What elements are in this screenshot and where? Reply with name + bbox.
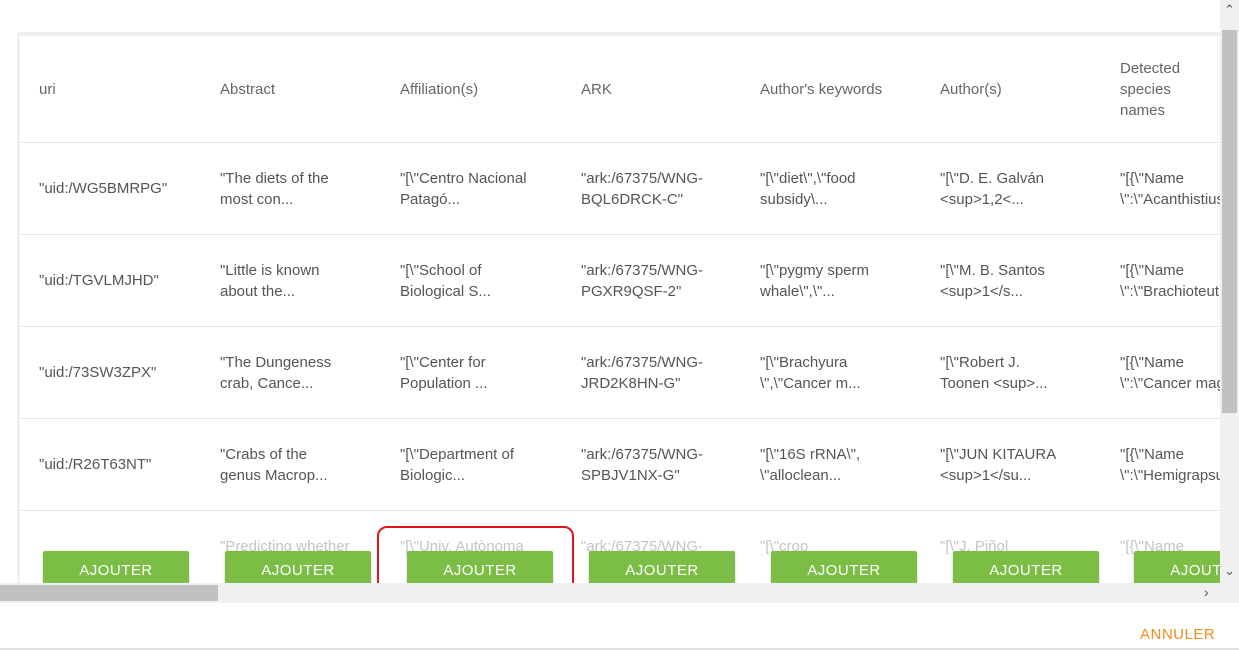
table-cell: "[\"Center for Population ... — [399, 353, 488, 392]
table-cell: "[\"M. B. Santos <sup>1</s... — [940, 261, 1045, 300]
table-cell: "[\"diet\",\"food subsidy\... — [760, 169, 856, 208]
table-cell: "[\"Centro Nacional Patagó... — [399, 169, 527, 208]
table-cell: "[{\"Name \":\"Acanthistius — [1120, 169, 1220, 208]
table-cell: "uid:/WG5BMRPG" — [39, 180, 168, 197]
vertical-scroll-thumb[interactable] — [1222, 30, 1237, 413]
add-button-affiliations[interactable]: AJOUTER — [407, 551, 553, 583]
table-cell: "The diets of the most con... — [219, 169, 329, 208]
table-cell: "[{\"Name \":\"Brachioteuthis — [1120, 261, 1220, 300]
table-cell: "[\"pygmy sperm whale\",\"... — [760, 261, 870, 300]
table-cell: "[\"Robert J. Toonen <sup>... — [940, 353, 1048, 392]
column-header-affiliations[interactable]: Affiliation(s) — [380, 36, 560, 142]
chevron-down-icon[interactable]: ⌄ — [1224, 563, 1235, 579]
horizontal-scroll-thumb[interactable] — [0, 585, 218, 601]
results-table-frame: uri Abstract Affiliation(s) ARK Author's… — [17, 32, 1220, 583]
table-cell: "[\"Brachyura \",\"Cancer m... — [760, 353, 861, 392]
table-cell: "[\"D. E. Galván <sup>1,2<... — [940, 169, 1045, 208]
table-cell: "The Dungeness crab, Cance... — [219, 353, 332, 392]
results-table: uri Abstract Affiliation(s) ARK Author's… — [20, 36, 1220, 571]
table-cell: "[\"JUN KITAURA <sup>1</su... — [940, 445, 1057, 484]
table-cell: "[\"16S rRNA\", \"alloclean... — [760, 445, 861, 484]
table-cell: "[{\"Name \":\"Hemigrapsus — [1120, 445, 1220, 484]
column-header-abstract[interactable]: Abstract — [200, 36, 380, 142]
column-header-authors-keywords[interactable]: Author's keywords — [740, 36, 920, 142]
column-header-authors[interactable]: Author(s) — [920, 36, 1100, 142]
add-button-ark[interactable]: AJOUTER — [589, 551, 735, 583]
table-cell: "ark:/67375/WNG- SPBJV1NX-G" — [580, 445, 704, 484]
table-cell: "ark:/67375/WNG- JRD2K8HN-G" — [580, 353, 704, 392]
column-header-uri[interactable]: uri — [20, 36, 200, 142]
add-button-detected-species[interactable]: AJOUTER — [1134, 551, 1220, 583]
table-header-row: uri Abstract Affiliation(s) ARK Author's… — [20, 36, 1220, 143]
add-button-authors-keywords[interactable]: AJOUTER — [771, 551, 917, 583]
table-row: "uid:/WG5BMRPG" "The diets of the most c… — [20, 143, 1220, 235]
table-row: "uid:/TGVLMJHD" "Little is known about t… — [20, 235, 1220, 327]
vertical-scrollbar[interactable]: ⌃ ⌄ — [1220, 0, 1239, 603]
table-cell: "Little is known about the... — [219, 261, 320, 300]
cancel-button[interactable]: ANNULER — [1140, 626, 1215, 643]
column-header-detected-species[interactable]: Detected species names — [1100, 36, 1220, 142]
add-button-authors[interactable]: AJOUTER — [953, 551, 1099, 583]
table-row: "uid:/73SW3ZPX" "The Dungeness crab, Can… — [20, 327, 1220, 419]
horizontal-scrollbar[interactable]: › — [0, 583, 1220, 603]
table-cell: "ark:/67375/WNG- BQL6DRCK-C" — [580, 169, 704, 208]
table-cell: "[\"Department of Biologic... — [399, 445, 515, 484]
add-button-row: AJOUTER AJOUTER AJOUTER AJOUTER AJOUTER … — [20, 551, 1220, 583]
table-cell: "uid:/73SW3ZPX" — [39, 364, 157, 381]
table-cell: "ark:/67375/WNG- PGXR9QSF-2" — [580, 261, 704, 300]
chevron-right-icon[interactable]: › — [1204, 584, 1209, 600]
table-cell: "uid:/R26T63NT" — [39, 456, 152, 473]
table-cell: "uid:/TGVLMJHD" — [39, 272, 159, 289]
table-row: "uid:/R26T63NT" "Crabs of the genus Macr… — [20, 419, 1220, 511]
table-cell: "[\"School of Biological S... — [399, 261, 491, 300]
table-cell: "[{\"Name \":\"Cancer magister — [1120, 353, 1220, 392]
column-header-ark[interactable]: ARK — [560, 36, 740, 142]
add-button-uri[interactable]: AJOUTER — [43, 551, 189, 583]
add-button-abstract[interactable]: AJOUTER — [225, 551, 371, 583]
chevron-up-icon[interactable]: ⌃ — [1224, 2, 1235, 18]
table-cell: "Crabs of the genus Macrop... — [219, 445, 328, 484]
